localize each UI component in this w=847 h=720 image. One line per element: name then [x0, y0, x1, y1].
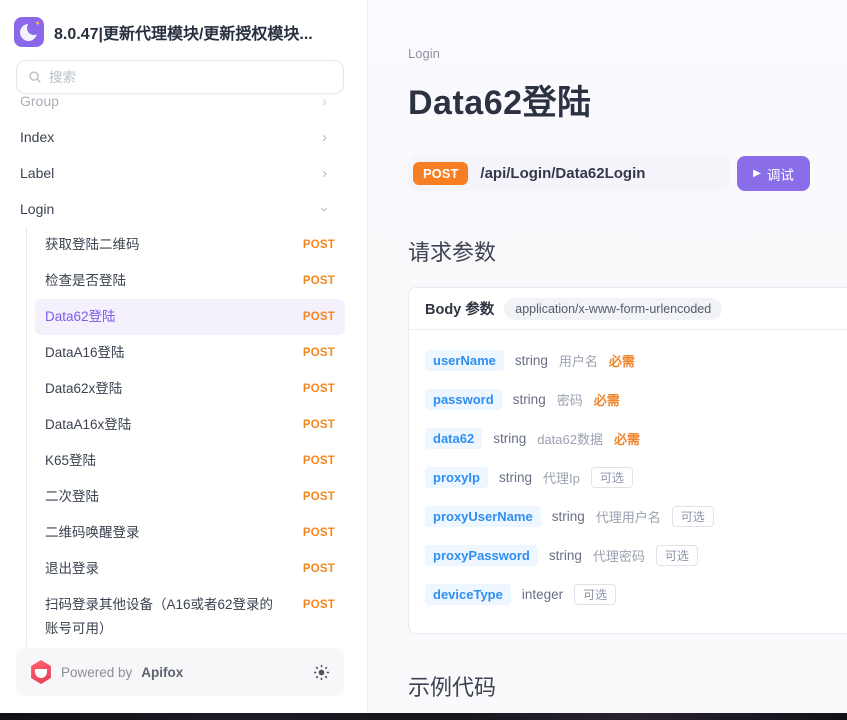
param-row: proxyIp string 代理Ip 可选 [425, 461, 847, 494]
param-row: proxyUserName string 代理用户名 可选 [425, 500, 847, 533]
endpoint-bar[interactable]: POST /api/Login/Data62Login [408, 156, 730, 191]
search-icon [28, 70, 42, 84]
param-description: 用户名 [559, 351, 598, 370]
param-required-badge: 必需 [609, 351, 635, 370]
sidebar-item[interactable]: Data62x登陆 POST [35, 371, 345, 407]
param-type: string [549, 548, 582, 563]
main-content: Login Data62登陆 POST /api/Login/Data62Log… [368, 0, 847, 713]
apifox-brand-text: Apifox [141, 665, 183, 680]
endpoint-path: /api/Login/Data62Login [480, 165, 645, 182]
param-required-badge: 必需 [614, 429, 640, 448]
param-name-pill: proxyIp [425, 467, 488, 488]
chevron-down-icon: › [317, 207, 332, 212]
param-type: string [493, 431, 526, 446]
body-params-card: Body 参数 application/x-www-form-urlencode… [408, 287, 847, 634]
param-name-pill: password [425, 389, 502, 410]
login-submenu: 获取登陆二维码 POST 检查是否登陆 POST Data62登陆 POST D… [26, 227, 345, 647]
param-description: 代理用户名 [596, 507, 661, 526]
powered-by-footer[interactable]: Powered by Apifox [16, 648, 344, 696]
chevron-right-icon: › [322, 166, 327, 181]
apifox-logo-icon [30, 660, 52, 684]
method-post-label: POST [303, 551, 335, 587]
play-icon: ▶ [753, 168, 761, 179]
method-post-label: POST [303, 515, 335, 551]
sidebar-item[interactable]: Data62登陆 POST [35, 299, 345, 335]
powered-by-text: Powered by [61, 665, 132, 680]
sidebar-item[interactable]: DataA16登陆 POST [35, 335, 345, 371]
debug-button-label: 调试 [767, 164, 794, 184]
body-params-label: Body 参数 [425, 298, 494, 319]
param-name-pill: data62 [425, 428, 482, 449]
param-required-badge: 可选 [656, 545, 698, 566]
app-version-title: 8.0.47|更新代理模块/更新授权模块... [54, 20, 313, 44]
search-box[interactable] [16, 60, 344, 94]
search-input[interactable] [49, 70, 332, 85]
chevron-right-icon: › [322, 130, 327, 145]
param-description: 代理Ip [543, 468, 580, 487]
breadcrumb: Login [408, 46, 847, 61]
window-bottom-edge [0, 713, 847, 720]
theme-toggle-button[interactable] [313, 664, 330, 681]
method-post-label: POST [303, 587, 335, 623]
debug-button[interactable]: ▶ 调试 [737, 156, 810, 191]
param-description: data62数据 [537, 429, 603, 448]
request-params-heading: 请求参数 [408, 235, 847, 267]
param-required-badge: 可选 [672, 506, 714, 527]
sample-code-heading: 示例代码 [408, 670, 847, 702]
method-post-label: POST [303, 371, 335, 407]
method-post-label: POST [303, 407, 335, 443]
sidebar-nav: Group › Index › Label › Login › 获取登陆二维码 … [0, 83, 367, 647]
param-description: 代理密码 [593, 546, 645, 565]
param-required-badge: 可选 [591, 467, 633, 488]
param-name-pill: proxyUserName [425, 506, 541, 527]
param-type: string [499, 470, 532, 485]
param-name-pill: userName [425, 350, 504, 371]
sidebar-group-label[interactable]: Label › [16, 155, 345, 191]
sidebar-item[interactable]: K65登陆 POST [35, 443, 345, 479]
page-title: Data62登陆 [408, 75, 847, 124]
param-row: proxyPassword string 代理密码 可选 [425, 539, 847, 572]
sidebar: ✦ 8.0.47|更新代理模块/更新授权模块... Group › Index … [0, 0, 368, 713]
param-row: data62 string data62数据 必需 [425, 422, 847, 455]
sidebar-item[interactable]: 退出登录 POST [35, 551, 345, 587]
method-post-badge: POST [413, 162, 468, 186]
sidebar-item[interactable]: 扫码登录其他设备（A16或者62登录的账号可用） POST [35, 587, 345, 647]
param-row: deviceType integer 可选 [425, 578, 847, 611]
param-required-badge: 必需 [594, 390, 620, 409]
sidebar-item[interactable]: 获取登陆二维码 POST [35, 227, 345, 263]
param-row: userName string 用户名 必需 [425, 344, 847, 377]
body-params-header: Body 参数 application/x-www-form-urlencode… [409, 288, 847, 330]
param-type: string [513, 392, 546, 407]
param-description: 密码 [557, 390, 583, 409]
param-name-pill: proxyPassword [425, 545, 538, 566]
method-post-label: POST [303, 443, 335, 479]
sidebar-item[interactable]: 二次登陆 POST [35, 479, 345, 515]
search-wrap [0, 57, 367, 96]
content-type-pill: application/x-www-form-urlencoded [504, 298, 722, 320]
sidebar-item[interactable]: 检查是否登陆 POST [35, 263, 345, 299]
sidebar-item[interactable]: 二维码唤醒登录 POST [35, 515, 345, 551]
method-post-label: POST [303, 227, 335, 263]
param-type: string [515, 353, 548, 368]
param-name-pill: deviceType [425, 584, 511, 605]
param-list: userName string 用户名 必需 password string 密… [409, 330, 847, 633]
param-type: integer [522, 587, 563, 602]
sidebar-group-login[interactable]: Login › [16, 191, 345, 227]
app-header: ✦ 8.0.47|更新代理模块/更新授权模块... [0, 0, 367, 57]
param-type: string [552, 509, 585, 524]
sun-icon [313, 664, 330, 681]
method-post-label: POST [303, 335, 335, 371]
app-logo-icon: ✦ [14, 17, 44, 47]
endpoint-row: POST /api/Login/Data62Login ▶ 调试 [408, 156, 847, 191]
sidebar-item[interactable]: DataA16x登陆 POST [35, 407, 345, 443]
method-post-label: POST [303, 479, 335, 515]
sidebar-group-index[interactable]: Index › [16, 119, 345, 155]
param-required-badge: 可选 [574, 584, 616, 605]
param-row: password string 密码 必需 [425, 383, 847, 416]
method-post-label: POST [303, 263, 335, 299]
method-post-label: POST [303, 299, 335, 335]
